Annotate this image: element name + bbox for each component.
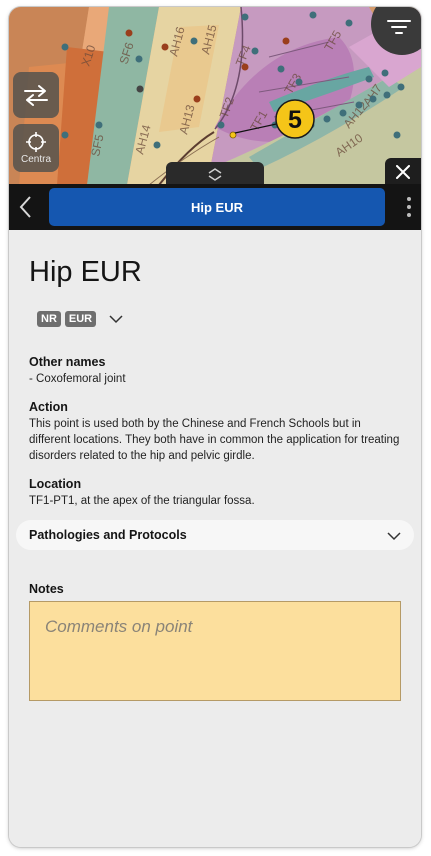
center-button-label: Centra (20, 154, 51, 165)
detail-toolbar: Hip EUR (9, 184, 421, 230)
tag-row[interactable]: NR EUR (37, 311, 124, 327)
notes-label: Notes (29, 582, 64, 596)
filter-icon (387, 20, 411, 34)
tag-badge: NR (37, 311, 61, 327)
more-options-button[interactable] (405, 196, 413, 218)
back-button[interactable] (15, 194, 37, 220)
chevron-down-icon (387, 532, 401, 541)
crosshair-icon (26, 132, 46, 152)
location-section: Location TF1-PT1, at the apex of the tri… (29, 477, 401, 509)
ear-map[interactable]: SF6 AH16 AH15 TF4 TF5 TF3 TF2 TF1 AH14 A… (9, 7, 421, 185)
close-icon (396, 164, 410, 179)
section-text: - Coxofemoral joint (29, 373, 126, 385)
notes-field[interactable] (29, 601, 401, 701)
other-names-section: Other names - Coxofemoral joint (29, 355, 401, 387)
section-heading: Action (29, 400, 68, 414)
chevron-down-icon[interactable] (108, 314, 124, 324)
accordion-label: Pathologies and Protocols (29, 528, 187, 542)
app-window: SF6 AH16 AH15 TF4 TF5 TF3 TF2 TF1 AH14 A… (9, 7, 421, 847)
pathologies-accordion[interactable]: Pathologies and Protocols (16, 520, 414, 550)
more-vertical-icon (407, 197, 411, 217)
tag-badge: EUR (64, 311, 97, 327)
ear-map-drawing[interactable]: SF6 AH16 AH15 TF4 TF5 TF3 TF2 TF1 AH14 A… (9, 7, 421, 185)
page-title: Hip EUR (29, 256, 142, 288)
toolbar-title: Hip EUR (49, 188, 385, 226)
swap-arrows-icon (24, 85, 48, 106)
point-number: 5 (288, 106, 302, 134)
chevron-left-icon (19, 196, 31, 218)
section-heading: Location (29, 477, 82, 491)
section-heading: Other names (29, 355, 106, 369)
point-details: Hip EUR NR EUR Other names - Coxofemoral… (9, 230, 421, 847)
expand-collapse-icon (208, 167, 222, 181)
action-section: Action This point is used both by the Ch… (29, 400, 401, 464)
close-button[interactable] (385, 158, 421, 185)
panel-drag-handle[interactable] (166, 162, 264, 185)
section-text: This point is used both by the Chinese a… (29, 418, 400, 462)
center-button[interactable]: Centra (13, 124, 59, 172)
section-text: TF1-PT1, at the apex of the triangular f… (29, 495, 255, 507)
swap-button[interactable] (13, 72, 59, 118)
